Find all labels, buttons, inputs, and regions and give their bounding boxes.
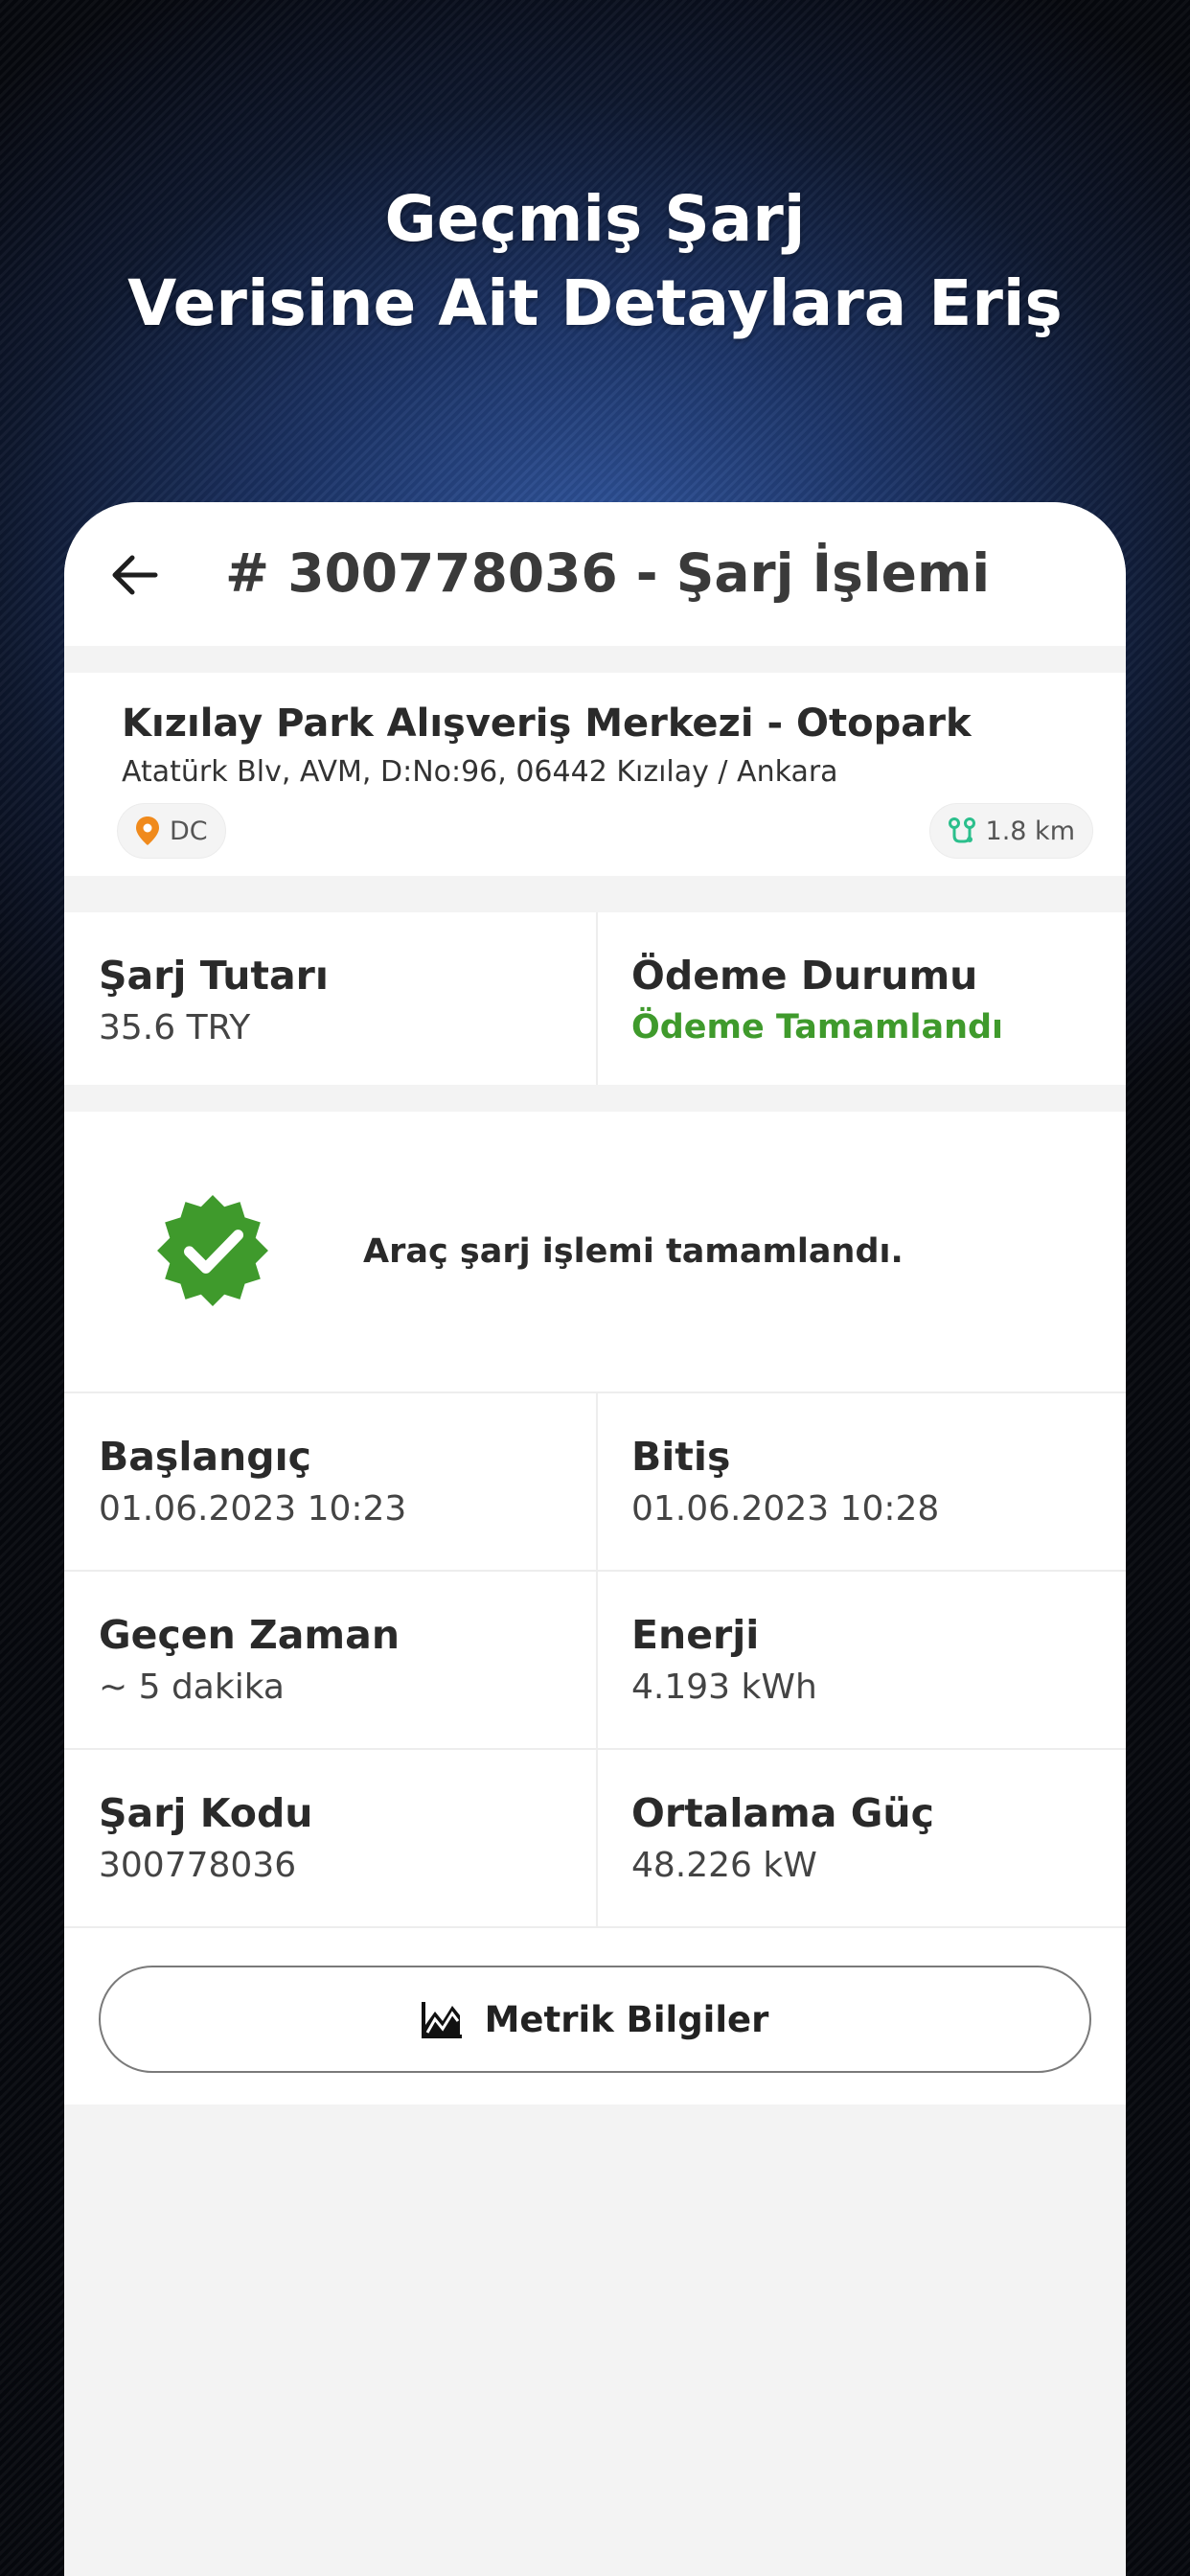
- divider: [64, 1926, 1126, 1928]
- energy: Enerji 4.193 kWh: [631, 1612, 1126, 1707]
- verified-badge-icon: [157, 1195, 268, 1306]
- average-power-label: Ortalama Güç: [631, 1790, 934, 1836]
- charge-amount: Şarj Tutarı 35.6 TRY: [99, 953, 597, 1047]
- payment-status: Ödeme Durumu Ödeme Tamamlandı: [631, 953, 1126, 1046]
- route-icon: [948, 817, 975, 843]
- metric-info-button[interactable]: Metrik Bilgiler: [99, 1966, 1091, 2073]
- energy-label: Enerji: [631, 1612, 760, 1658]
- session-details: Araç şarj işlemi tamamlandı. Başlangıç 0…: [64, 1112, 1126, 2104]
- metric-info-label: Metrik Bilgiler: [484, 1998, 769, 2040]
- divider: [64, 1392, 1126, 1393]
- payment-status-value: Ödeme Tamamlandı: [631, 1008, 1004, 1046]
- charge-amount-label: Şarj Tutarı: [99, 953, 329, 999]
- app-header: # 300778036 - Şarj İşlemi: [64, 502, 1126, 646]
- payment-status-label: Ödeme Durumu: [631, 953, 978, 999]
- average-power: Ortalama Güç 48.226 kW: [631, 1790, 1126, 1885]
- location-pin-icon: [136, 816, 159, 845]
- station-card: Kızılay Park Alışveriş Merkezi - Otopark…: [64, 673, 1126, 876]
- end-time-label: Bitiş: [631, 1434, 731, 1480]
- completion-message: Araç şarj işlemi tamamlandı.: [363, 1232, 904, 1271]
- start-time: Başlangıç 01.06.2023 10:23: [99, 1434, 597, 1529]
- charge-amount-value: 35.6 TRY: [99, 1008, 251, 1047]
- hero-line-1: Geçmiş Şarj: [384, 182, 806, 256]
- hero-title: Geçmiş Şarj Verisine Ait Detaylara Eriş: [0, 177, 1190, 346]
- station-name: Kızılay Park Alışveriş Merkezi - Otopark: [122, 702, 972, 746]
- start-time-label: Başlangıç: [99, 1434, 311, 1480]
- charge-code: Şarj Kodu 300778036: [99, 1790, 597, 1885]
- arrow-left-icon: [112, 555, 158, 595]
- average-power-value: 48.226 kW: [631, 1846, 817, 1885]
- elapsed-time: Geçen Zaman ~ 5 dakika: [99, 1612, 597, 1707]
- connector-type-badge: DC: [117, 803, 226, 859]
- charge-code-label: Şarj Kodu: [99, 1790, 313, 1836]
- end-time-value: 01.06.2023 10:28: [631, 1489, 940, 1529]
- area-chart-icon: [421, 2002, 462, 2038]
- phone-screen: # 300778036 - Şarj İşlemi Kızılay Park A…: [64, 502, 1126, 2576]
- connector-type-label: DC: [170, 816, 208, 846]
- back-button[interactable]: [106, 546, 164, 604]
- divider: [64, 1748, 1126, 1750]
- divider: [64, 1570, 1126, 1572]
- payment-section: Şarj Tutarı 35.6 TRY Ödeme Durumu Ödeme …: [64, 912, 1126, 1085]
- elapsed-time-value: ~ 5 dakika: [99, 1668, 285, 1707]
- distance-badge: 1.8 km: [928, 803, 1093, 859]
- distance-label: 1.8 km: [985, 816, 1075, 846]
- station-address: Atatürk Blv, AVM, D:No:96, 06442 Kızılay…: [122, 755, 838, 789]
- charge-code-value: 300778036: [99, 1846, 297, 1885]
- hero-line-2: Verisine Ait Detaylara Eriş: [127, 266, 1063, 340]
- end-time: Bitiş 01.06.2023 10:28: [631, 1434, 1126, 1529]
- start-time-value: 01.06.2023 10:23: [99, 1489, 407, 1529]
- energy-value: 4.193 kWh: [631, 1668, 817, 1707]
- elapsed-time-label: Geçen Zaman: [99, 1612, 400, 1658]
- page-title: # 300778036 - Şarj İşlemi: [225, 542, 991, 604]
